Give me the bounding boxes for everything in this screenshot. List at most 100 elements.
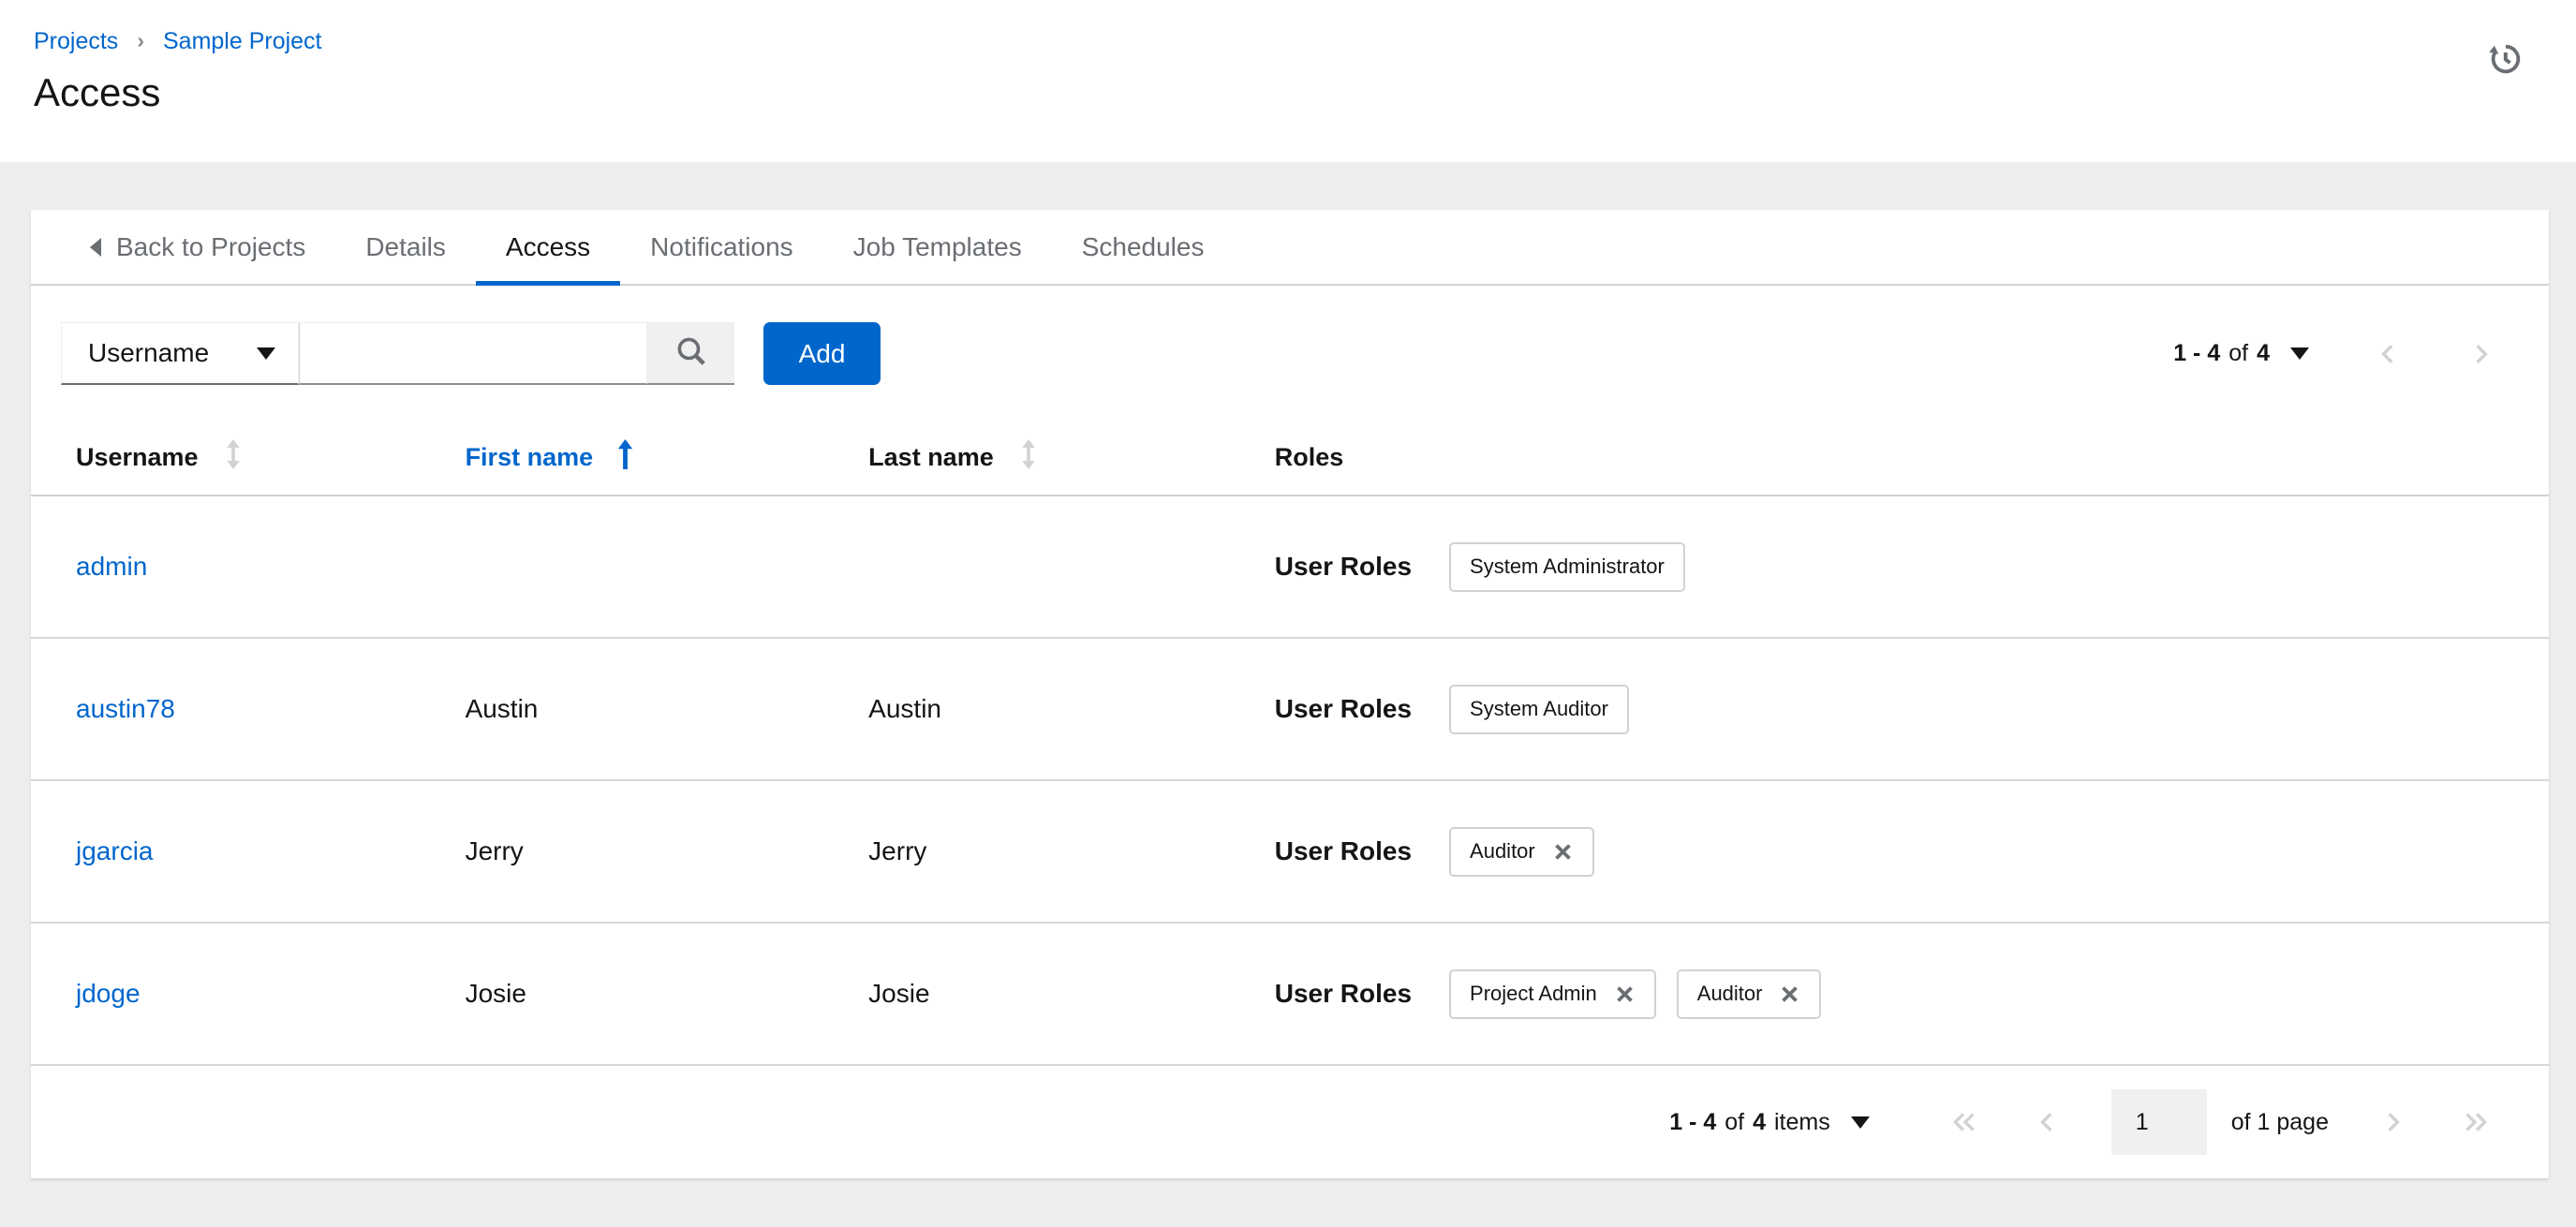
column-header-roles-label: Roles bbox=[1274, 443, 1344, 471]
tab-job-templates-label: Job Templates bbox=[852, 231, 1022, 261]
angle-left-icon bbox=[2381, 344, 2393, 363]
angle-right-icon bbox=[2476, 344, 2488, 363]
items-total: 4 bbox=[1753, 1108, 1766, 1135]
items-range: 1 - 4 bbox=[1669, 1108, 1717, 1135]
tab-back-label: Back to Projects bbox=[116, 231, 306, 261]
current-page-input[interactable] bbox=[2110, 1089, 2207, 1155]
roles-cell: User Roles System Auditor bbox=[1274, 684, 2549, 734]
role-chip-label: System Administrator bbox=[1470, 554, 1665, 578]
user-roles-label: User Roles bbox=[1274, 694, 1413, 723]
column-header-first-name-label: First name bbox=[465, 443, 594, 471]
sort-ascending-icon bbox=[617, 439, 633, 476]
angle-right-icon bbox=[2388, 1113, 2400, 1131]
sort-icon bbox=[1018, 439, 1039, 476]
roles-cell: User Roles System Administrator bbox=[1274, 541, 2549, 592]
breadcrumb: Projects › Sample Project bbox=[34, 28, 2522, 55]
search-button[interactable] bbox=[647, 322, 734, 385]
bottom-pagination: 1 - 4 of 4 items of 1 page bbox=[31, 1066, 2549, 1178]
roles-cell: User Roles Auditor bbox=[1274, 826, 2549, 877]
next-page-button[interactable] bbox=[2380, 1110, 2405, 1134]
angle-double-right-icon bbox=[2465, 1113, 2488, 1131]
pagination-menu-caret-icon[interactable] bbox=[2290, 347, 2309, 360]
filter-key-selected-value: Username bbox=[88, 338, 210, 367]
next-page-button[interactable] bbox=[2468, 342, 2493, 366]
role-chip: Auditor bbox=[1449, 826, 1594, 877]
tab-schedules-label: Schedules bbox=[1081, 231, 1205, 261]
last-name-cell: Jerry bbox=[823, 780, 1230, 924]
role-chip-label: Auditor bbox=[1470, 839, 1535, 863]
role-chip: Project Admin bbox=[1449, 968, 1656, 1019]
last-name-cell: Josie bbox=[823, 923, 1230, 1066]
role-chip-label: Project Admin bbox=[1470, 982, 1597, 1005]
back-caret-icon bbox=[90, 237, 101, 257]
table-row: admin User Roles System Administrator bbox=[31, 495, 2549, 639]
role-chip: System Administrator bbox=[1449, 541, 1685, 592]
tab-notifications[interactable]: Notifications bbox=[620, 210, 823, 284]
table-header-row: Username First name Last name Roles bbox=[31, 421, 2549, 496]
last-page-button[interactable] bbox=[2459, 1110, 2491, 1134]
search-icon bbox=[674, 334, 708, 371]
first-name-cell: Josie bbox=[420, 923, 824, 1066]
table-row: jdoge Josie Josie User Roles Project Adm… bbox=[31, 923, 2549, 1066]
table-row: jgarcia Jerry Jerry User Roles Auditor bbox=[31, 780, 2549, 924]
role-chips: Auditor bbox=[1449, 826, 1594, 877]
column-header-roles: Roles bbox=[1275, 443, 1344, 472]
top-pagination-total: 4 bbox=[2257, 340, 2270, 366]
angle-double-left-icon bbox=[1952, 1113, 1975, 1131]
page-header: Projects › Sample Project Access bbox=[0, 0, 2576, 162]
sort-icon bbox=[223, 439, 244, 476]
pagination-menu-caret-icon[interactable] bbox=[1850, 1116, 1870, 1129]
filter-key-dropdown[interactable]: Username bbox=[61, 322, 299, 385]
table-row: austin78 Austin Austin User Roles System… bbox=[31, 638, 2549, 781]
column-header-first-name[interactable]: First name bbox=[466, 439, 634, 476]
username-link[interactable]: jgarcia bbox=[76, 836, 153, 865]
roles-cell: User Roles Project Admin Auditor bbox=[1274, 968, 2549, 1019]
user-roles-label: User Roles bbox=[1274, 979, 1413, 1008]
column-header-last-name-label: Last name bbox=[868, 443, 994, 471]
tab-bar: Back to Projects Details Access Notifica… bbox=[31, 210, 2549, 286]
add-button[interactable]: Add bbox=[763, 322, 881, 385]
search-input[interactable] bbox=[299, 322, 647, 385]
remove-role-button[interactable] bbox=[1779, 983, 1800, 1005]
breadcrumb-link-sample-project[interactable]: Sample Project bbox=[163, 28, 322, 55]
role-chip: Auditor bbox=[1676, 968, 1822, 1019]
username-link[interactable]: jdoge bbox=[76, 979, 141, 1008]
top-pagination-of: of bbox=[2228, 340, 2249, 366]
remove-role-icon bbox=[1782, 985, 1799, 1002]
prev-page-button[interactable] bbox=[2036, 1110, 2060, 1134]
tab-access[interactable]: Access bbox=[475, 210, 621, 286]
remove-role-button[interactable] bbox=[1614, 983, 1636, 1005]
column-header-last-name[interactable]: Last name bbox=[868, 439, 1039, 476]
tab-job-templates[interactable]: Job Templates bbox=[823, 210, 1052, 284]
top-pagination: 1 - 4 of 4 bbox=[2173, 340, 2493, 367]
role-chips: System Auditor bbox=[1449, 684, 1629, 734]
top-pagination-range: 1 - 4 bbox=[2173, 340, 2221, 366]
remove-role-icon bbox=[1616, 985, 1633, 1002]
access-card: Back to Projects Details Access Notifica… bbox=[31, 210, 2549, 1178]
remove-role-button[interactable] bbox=[1552, 841, 1574, 863]
column-header-username[interactable]: Username bbox=[76, 439, 244, 476]
angle-left-icon bbox=[2039, 1113, 2052, 1131]
username-link[interactable]: austin78 bbox=[76, 694, 175, 723]
user-roles-label: User Roles bbox=[1274, 552, 1413, 581]
breadcrumb-separator-icon: › bbox=[137, 28, 144, 52]
page-count-label: of 1 page bbox=[2230, 1108, 2329, 1135]
chevron-down-icon bbox=[257, 347, 275, 360]
tab-details[interactable]: Details bbox=[335, 210, 476, 284]
column-header-username-label: Username bbox=[76, 443, 199, 471]
tab-back-to-projects[interactable]: Back to Projects bbox=[60, 210, 335, 284]
prev-page-button[interactable] bbox=[2376, 342, 2401, 366]
page-title: Access bbox=[34, 70, 161, 114]
history-button[interactable] bbox=[2488, 41, 2524, 77]
role-chips: System Administrator bbox=[1449, 541, 1685, 592]
user-roles-label: User Roles bbox=[1274, 836, 1413, 865]
first-name-cell: Austin bbox=[420, 638, 824, 781]
first-name-cell bbox=[420, 495, 824, 639]
breadcrumb-link-projects[interactable]: Projects bbox=[34, 28, 118, 55]
username-link[interactable]: admin bbox=[76, 552, 147, 581]
first-page-button[interactable] bbox=[1949, 1110, 1981, 1134]
role-chip: System Auditor bbox=[1449, 684, 1629, 734]
tab-details-label: Details bbox=[365, 231, 446, 261]
items-of: of bbox=[1725, 1108, 1745, 1135]
tab-schedules[interactable]: Schedules bbox=[1052, 210, 1235, 284]
